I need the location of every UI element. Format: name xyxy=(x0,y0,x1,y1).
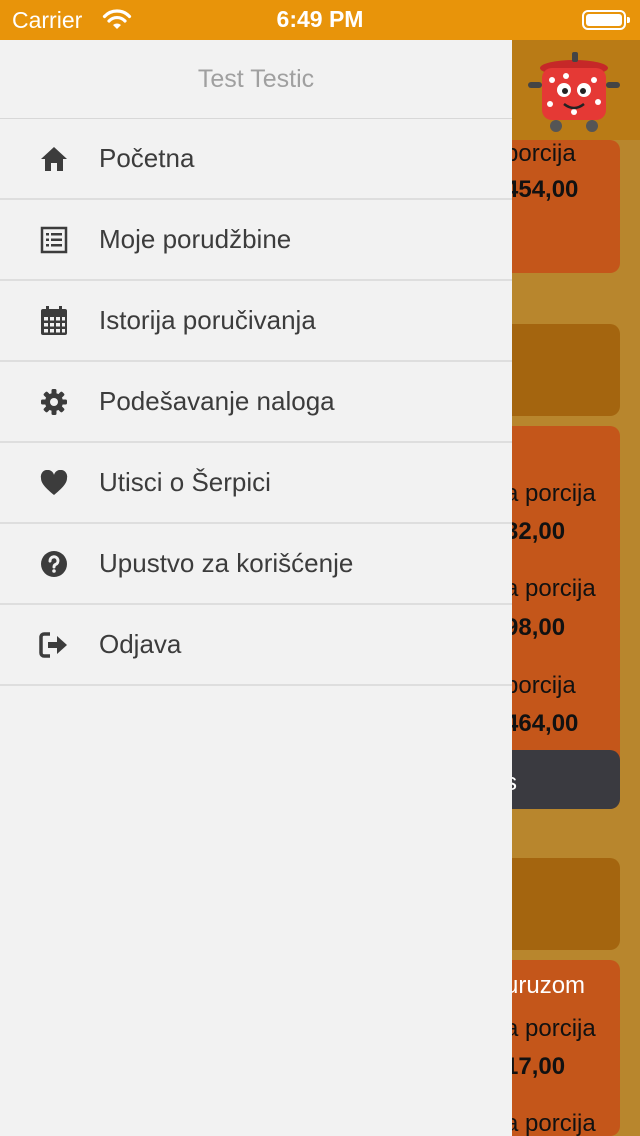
bg-item-label: uruzom xyxy=(505,972,586,999)
list-icon xyxy=(38,224,70,256)
category-card[interactable] xyxy=(500,858,620,950)
logout-icon xyxy=(38,629,70,661)
user-name: Test Testic xyxy=(197,64,315,93)
bg-item-label: porcija xyxy=(505,140,576,167)
heart-icon xyxy=(38,467,70,499)
bg-item-price: 32,00 xyxy=(505,518,566,545)
bg-item-label: a porcija xyxy=(505,1110,596,1136)
menu-item-logout[interactable]: Odjava xyxy=(0,605,512,686)
bg-item-label: a porcija xyxy=(505,480,596,507)
side-drawer: Test Testic Početna Moje porudžbine Isto… xyxy=(0,40,512,1136)
menu-item-user-guide[interactable]: Upustvo za korišćenje xyxy=(0,524,512,605)
bg-item-price: 454,00 xyxy=(505,176,579,203)
calendar-icon xyxy=(38,305,70,337)
bg-item-label: porcija xyxy=(505,672,576,699)
bg-item-label: a porcija xyxy=(505,575,596,602)
gear-icon xyxy=(38,386,70,418)
status-bar: Carrier 6:49 PM xyxy=(0,0,640,40)
menu-item-label: Početna xyxy=(99,143,195,173)
menu-item-my-orders[interactable]: Moje porudžbine xyxy=(0,200,512,281)
help-icon xyxy=(38,548,70,580)
category-card[interactable] xyxy=(500,324,620,416)
menu-item-label: Istorija poručivanja xyxy=(99,305,316,335)
menu-item-home[interactable]: Početna xyxy=(0,119,512,200)
battery-icon xyxy=(582,10,630,30)
mascot-pot-logo xyxy=(528,52,620,132)
menu-item-feedback[interactable]: Utisci o Šerpici xyxy=(0,443,512,524)
home-icon xyxy=(38,143,70,175)
menu-item-label: Moje porudžbine xyxy=(99,224,292,254)
food-card-footer xyxy=(500,750,620,809)
bg-item-label: a porcija xyxy=(505,1015,596,1042)
menu-item-label: Podešavanje naloga xyxy=(99,386,335,416)
drawer-header: Test Testic xyxy=(0,40,512,119)
menu-item-order-history[interactable]: Istorija poručivanja xyxy=(0,281,512,362)
bg-item-price: 98,00 xyxy=(505,614,566,641)
menu-item-label: Upustvo za korišćenje xyxy=(99,548,354,578)
clock: 6:49 PM xyxy=(276,6,364,32)
bg-item-price: 17,00 xyxy=(505,1053,566,1080)
menu-item-label: Odjava xyxy=(99,629,182,659)
menu-item-account-settings[interactable]: Podešavanje naloga xyxy=(0,362,512,443)
bg-item-price: 464,00 xyxy=(505,710,579,737)
menu-item-label: Utisci o Šerpici xyxy=(99,467,271,497)
